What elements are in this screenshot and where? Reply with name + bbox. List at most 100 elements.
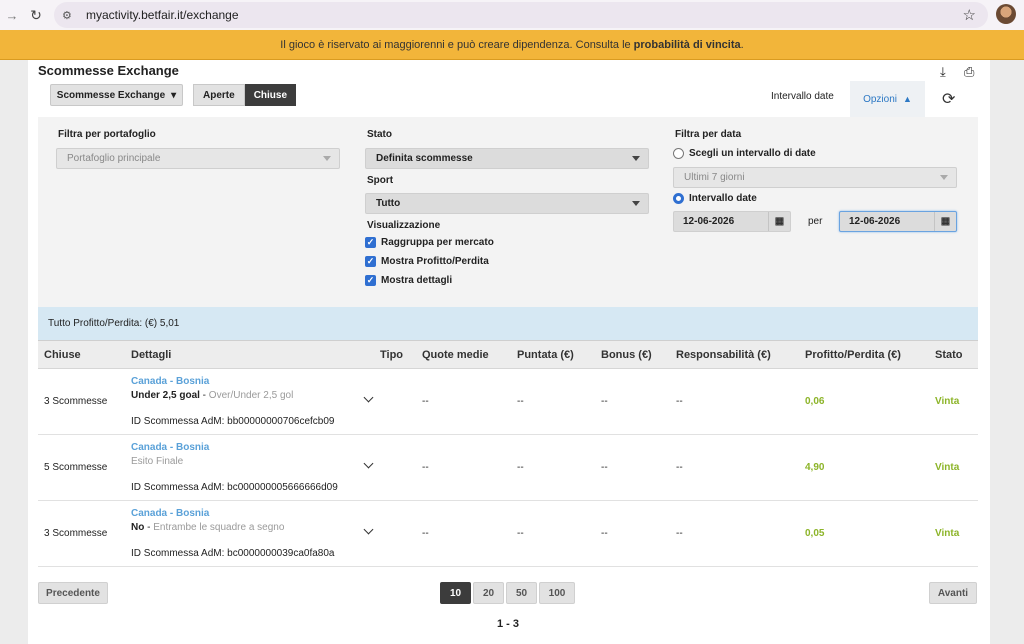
col-header: Profitto/Perdita (€) xyxy=(805,349,901,361)
next-page-button[interactable]: Avanti xyxy=(929,582,977,604)
table-row[interactable]: 3 Scommesse Canada - Bosnia Under 2,5 go… xyxy=(38,369,978,435)
checkmark-icon: ✓ xyxy=(365,256,376,267)
bet-count: 3 Scommesse xyxy=(44,396,108,407)
date-filter-label: Filtra per data xyxy=(675,129,742,140)
url-text: myactivity.betfair.it/exchange xyxy=(86,8,239,22)
preset-range-select[interactable]: Ultimi 7 giorni xyxy=(673,167,957,188)
filters-panel: Filtra per portafoglio Portafoglio princ… xyxy=(38,117,978,307)
event-link[interactable]: Canada - Bosnia xyxy=(131,508,209,519)
profile-avatar[interactable] xyxy=(996,4,1016,24)
address-bar[interactable]: ⚙ myactivity.betfair.it/exchange ☆ xyxy=(54,2,988,28)
selection-separator: - xyxy=(199,390,209,401)
date-interval-tab[interactable]: Intervallo date xyxy=(771,91,834,102)
portfolio-filter-label: Filtra per portafoglio xyxy=(58,129,156,140)
avg-odds: -- xyxy=(422,528,429,539)
group-by-market-checkbox[interactable]: ✓ Raggruppa per mercato xyxy=(365,237,494,248)
status-badge: Vinta xyxy=(935,462,960,473)
event-link[interactable]: Canada - Bosnia xyxy=(131,376,209,387)
profit-loss: 4,90 xyxy=(805,462,825,473)
bet-type-dropdown-label: Scommesse Exchange xyxy=(56,89,166,101)
date-from-field[interactable]: 12-06-2026 ▦ xyxy=(673,211,791,232)
page-content: Scommesse Exchange ⤓ ⎙ Scommesse Exchang… xyxy=(28,60,990,644)
selection-line: Under 2,5 goal - Over/Under 2,5 gol xyxy=(131,390,293,401)
calendar-icon[interactable]: ▦ xyxy=(768,212,790,231)
col-header: Responsabilità (€) xyxy=(676,349,771,361)
chevron-down-icon[interactable] xyxy=(363,458,374,469)
back-arrow-icon[interactable]: → xyxy=(2,8,22,23)
date-to-field[interactable]: 12-06-2026 ▦ xyxy=(839,211,957,232)
event-link[interactable]: Canada - Bosnia xyxy=(131,442,209,453)
stake: -- xyxy=(517,396,524,407)
group-by-market-label: Raggruppa per mercato xyxy=(381,237,494,248)
tab-aperte[interactable]: Aperte xyxy=(193,84,245,106)
selection-name: No xyxy=(131,522,145,533)
profit-loss: 0,05 xyxy=(805,528,825,539)
caret-down-icon xyxy=(940,175,948,180)
responsible-gaming-banner: Il gioco è riservato ai maggiorenni e pu… xyxy=(0,30,1024,60)
liability: -- xyxy=(676,396,683,407)
bonus: -- xyxy=(601,528,608,539)
site-settings-icon[interactable]: ⚙ xyxy=(62,9,80,22)
print-icon[interactable]: ⎙ xyxy=(964,64,974,80)
sport-select-value: Tutto xyxy=(376,198,401,209)
show-details-checkbox[interactable]: ✓ Mostra dettagli xyxy=(365,275,452,286)
options-label: Opzioni xyxy=(863,93,897,105)
calendar-icon[interactable]: ▦ xyxy=(934,212,956,231)
chevron-down-icon[interactable] xyxy=(363,392,374,403)
market-name: Over/Under 2,5 gol xyxy=(208,390,294,401)
bet-count: 5 Scommesse xyxy=(44,462,108,473)
show-pl-checkbox[interactable]: ✓ Mostra Profitto/Perdita xyxy=(365,256,489,267)
status-filter-label: Stato xyxy=(367,129,392,140)
page-size-20-button[interactable]: 20 xyxy=(473,582,504,604)
caret-down-icon: ▾ xyxy=(171,89,177,101)
bookmark-star-icon[interactable]: ☆ xyxy=(963,6,976,24)
sport-filter-label: Sport xyxy=(367,175,394,186)
selection-line: Esito Finale xyxy=(131,456,183,467)
view-label: Visualizzazione xyxy=(367,220,441,231)
col-header: Bonus (€) xyxy=(601,349,652,361)
page-size-50-button[interactable]: 50 xyxy=(506,582,537,604)
bet-type-dropdown[interactable]: Scommesse Exchange ▾ xyxy=(50,84,183,106)
tab-chiuse[interactable]: Chiuse xyxy=(244,84,297,106)
show-pl-label: Mostra Profitto/Perdita xyxy=(381,256,489,267)
banner-text: Il gioco è riservato ai maggiorenni e pu… xyxy=(280,38,631,51)
avg-odds: -- xyxy=(422,462,429,473)
table-row[interactable]: 3 Scommesse Canada - Bosnia No - Entramb… xyxy=(38,501,978,567)
options-toggle[interactable]: Opzioni ▲ xyxy=(850,81,925,117)
refresh-icon[interactable]: ⟳ xyxy=(942,89,955,109)
status-badge: Vinta xyxy=(935,396,960,407)
profit-loss: 0,06 xyxy=(805,396,825,407)
selection-line: No - Entrambe le squadre a segno xyxy=(131,522,284,533)
bets-toolbar: Scommesse Exchange ▾ Aperte Chiuse Inter… xyxy=(38,81,978,117)
caret-down-icon xyxy=(323,156,331,161)
page-size-100-button[interactable]: 100 xyxy=(539,582,575,604)
status-select[interactable]: Definita scommesse xyxy=(365,148,649,169)
page-size-10-button[interactable]: 10 xyxy=(440,582,471,604)
table-header: Chiuse Dettagli Tipo Quote medie Puntata… xyxy=(38,340,978,369)
stake: -- xyxy=(517,462,524,473)
previous-page-button[interactable]: Precedente xyxy=(38,582,108,604)
total-pl-summary: Tutto Profitto/Perdita: (€) 5,01 xyxy=(38,307,978,340)
radio-empty-icon xyxy=(673,148,684,159)
page-range-info: 1 - 3 xyxy=(497,618,520,630)
date-interval-radio[interactable]: Intervallo date xyxy=(673,193,757,204)
status-segment: Aperte Chiuse xyxy=(193,84,297,106)
col-header: Dettagli xyxy=(131,349,172,361)
table-row[interactable]: 5 Scommesse Canada - Bosnia Esito Finale… xyxy=(38,435,978,501)
sport-select[interactable]: Tutto xyxy=(365,193,649,214)
bet-count: 3 Scommesse xyxy=(44,528,108,539)
choose-range-radio[interactable]: Scegli un intervallo di date xyxy=(673,148,816,159)
checkmark-icon: ✓ xyxy=(365,275,376,286)
bet-id: ID Scommessa AdM: bc0000000039ca0fa80a xyxy=(131,548,335,559)
col-header: Puntata (€) xyxy=(517,349,574,361)
col-header: Chiuse xyxy=(44,349,81,361)
page-title: Scommesse Exchange xyxy=(38,63,179,78)
reload-icon[interactable]: ↻ xyxy=(26,7,46,24)
stake: -- xyxy=(517,528,524,539)
portfolio-select[interactable]: Portafoglio principale xyxy=(56,148,340,169)
portfolio-select-value: Portafoglio principale xyxy=(67,153,161,164)
banner-link[interactable]: probabilità di vincita xyxy=(634,39,741,51)
chevron-down-icon[interactable] xyxy=(363,524,374,535)
download-icon[interactable]: ⤓ xyxy=(940,64,946,80)
bonus: -- xyxy=(601,462,608,473)
